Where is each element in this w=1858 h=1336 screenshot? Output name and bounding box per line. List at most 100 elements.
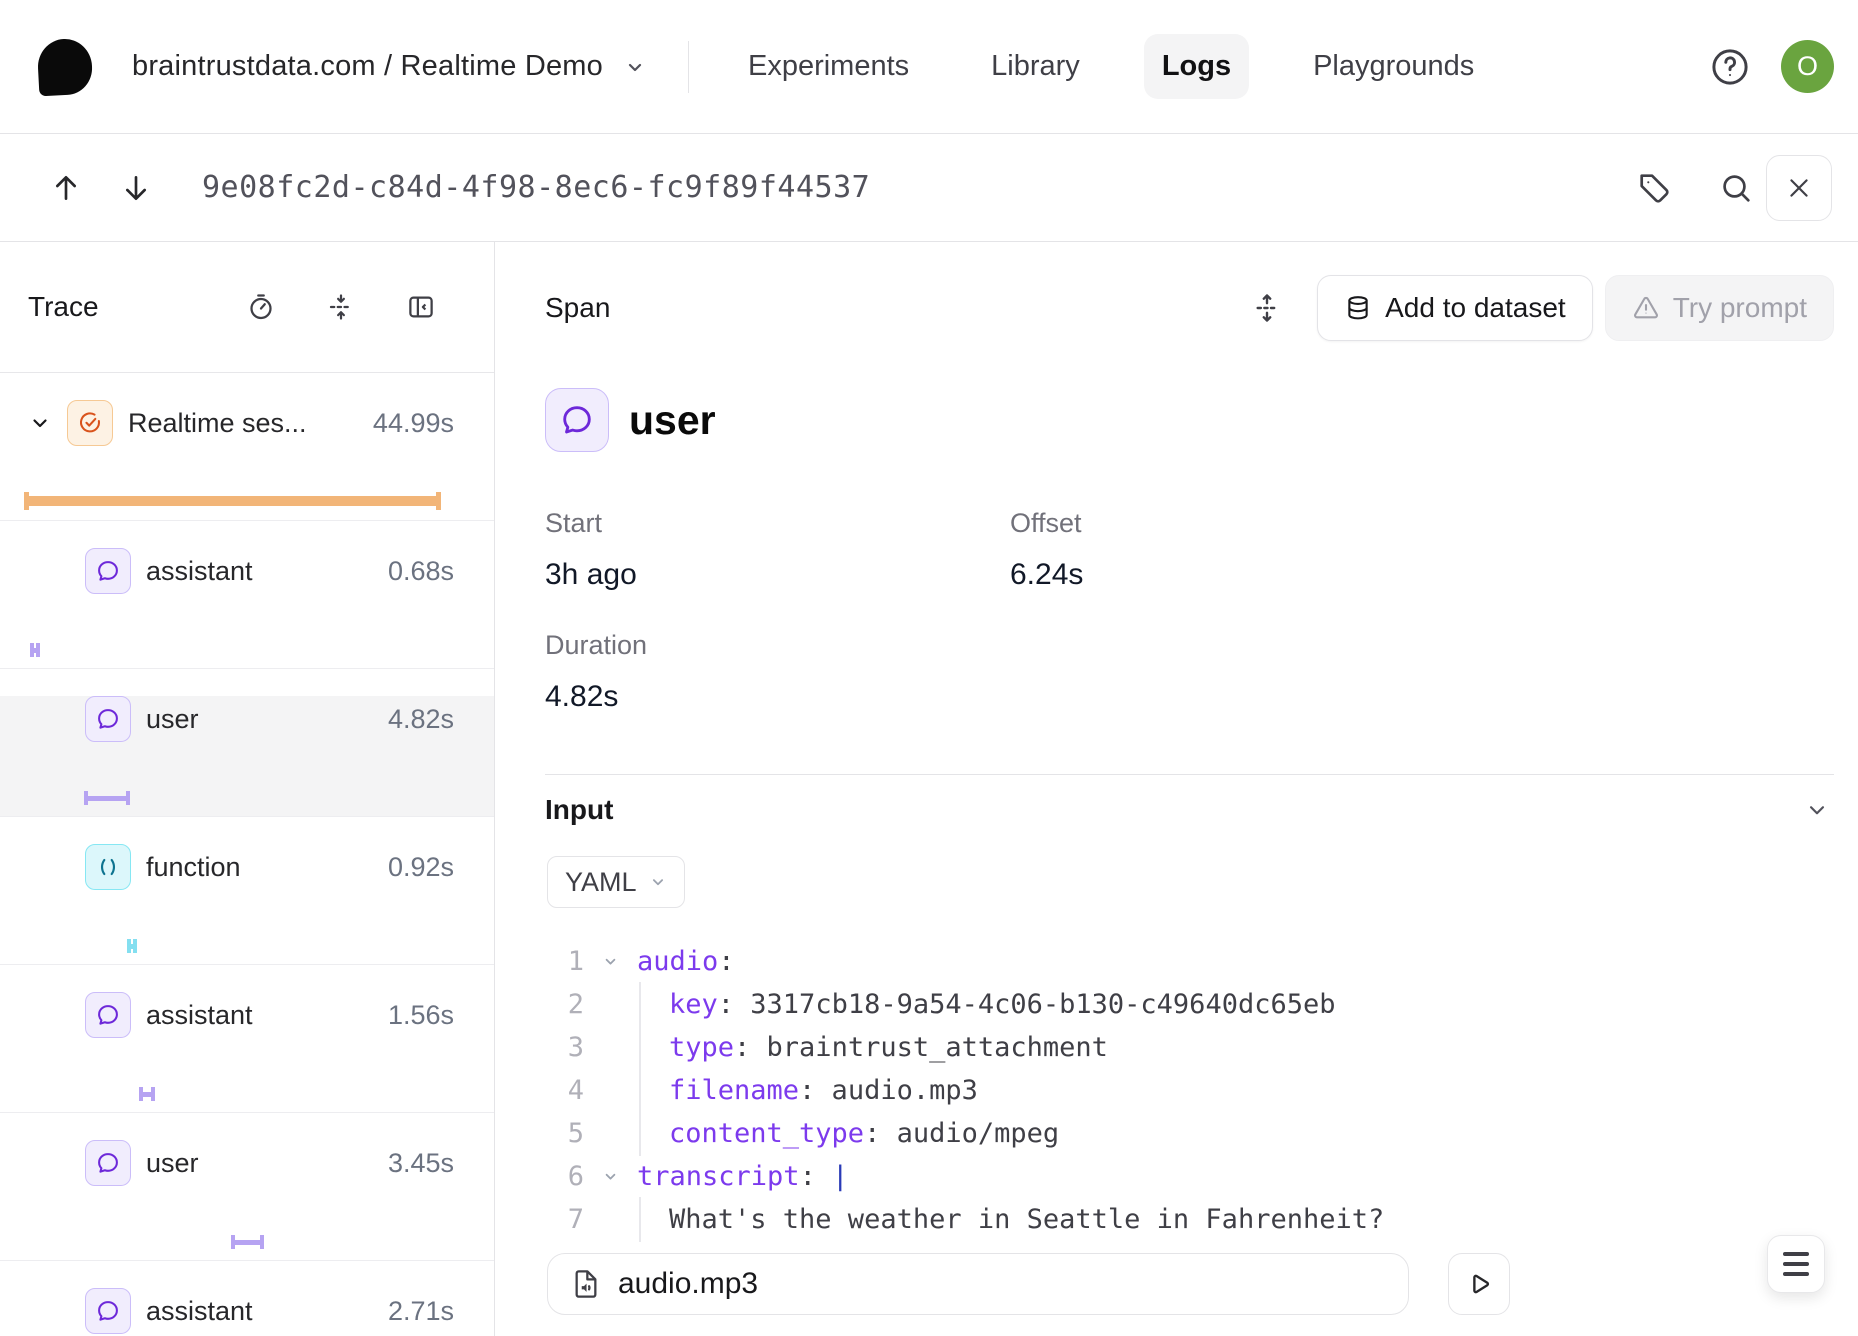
braintrust-app: braintrustdata.com / Realtime Demo Exper…	[0, 0, 1858, 1336]
line-number: 3	[496, 1032, 584, 1063]
span-label: user	[146, 704, 199, 735]
nav-item[interactable]: Experiments	[730, 34, 927, 99]
span-label: function	[146, 852, 241, 883]
span-panel-header: Span Add to dataset Try prompt	[496, 242, 1858, 374]
span-label: assistant	[146, 556, 253, 587]
line-number: 5	[496, 1118, 584, 1149]
trace-panel-header: Trace	[0, 242, 494, 372]
fold-chevron-icon[interactable]	[584, 953, 637, 970]
help-icon[interactable]	[1709, 46, 1751, 88]
collapse-rows-icon[interactable]	[326, 292, 356, 322]
span-label: user	[146, 1148, 199, 1179]
input-section-title: Input	[545, 794, 613, 826]
metadata-label: Start	[545, 508, 1010, 539]
trace-span-row[interactable]: user 4.82s	[0, 696, 494, 817]
input-section-header: Input	[545, 794, 1830, 826]
trace-span-row[interactable]: assistant 2.71s	[0, 1288, 494, 1336]
metadata-value: 4.82s	[545, 680, 1010, 714]
fold-chevron-icon[interactable]	[584, 1039, 637, 1056]
fold-chevron-icon[interactable]	[584, 1168, 637, 1185]
span-type-icon	[85, 992, 131, 1038]
chat-bubble-icon	[545, 388, 609, 452]
format-select[interactable]: YAML	[547, 856, 685, 908]
span-timeline-bar	[84, 790, 130, 806]
nav-item[interactable]: Playgrounds	[1295, 34, 1492, 99]
fold-chevron-icon[interactable]	[584, 996, 637, 1013]
expand-chevron-icon[interactable]	[28, 411, 52, 435]
play-audio-button[interactable]	[1448, 1253, 1510, 1315]
trace-span-row[interactable]: Realtime ses... 44.99s	[0, 400, 494, 521]
span-timeline-bar	[24, 492, 441, 510]
code-line: 5 content_type: audio/mpeg	[496, 1112, 1858, 1155]
code-line: 7 What's the weather in Seattle in Fahre…	[496, 1198, 1858, 1241]
metadata-label: Duration	[545, 630, 1010, 661]
trace-span-row[interactable]: assistant 0.68s	[0, 548, 494, 669]
project-switcher[interactable]: braintrustdata.com / Realtime Demo	[132, 50, 647, 83]
trace-span-row[interactable]: assistant 1.56s	[0, 992, 494, 1113]
span-type-icon	[85, 1288, 131, 1334]
avatar[interactable]: O	[1781, 40, 1834, 93]
attachment-row: audio.mp3	[547, 1253, 1510, 1315]
trace-toolbar: 9e08fc2d-c84d-4f98-8ec6-fc9f89f44537	[0, 134, 1858, 242]
metadata-label: Offset	[1010, 508, 1798, 539]
section-divider	[545, 774, 1834, 775]
metadata-value: 6.24s	[1010, 558, 1798, 592]
code-line: 3 type: braintrust_attachment	[496, 1026, 1858, 1069]
menu-button[interactable]	[1767, 1235, 1825, 1293]
try-prompt-button[interactable]: Try prompt	[1605, 275, 1834, 341]
trace-span-row[interactable]: user 3.45s	[0, 1140, 494, 1261]
span-panel-title: Span	[545, 292, 610, 324]
nav-item[interactable]: Logs	[1144, 34, 1249, 99]
metadata-field: Start 3h ago	[545, 508, 1010, 592]
trace-panel-title: Trace	[28, 291, 246, 323]
line-number: 2	[496, 989, 584, 1020]
line-number: 1	[496, 946, 584, 977]
nav-item[interactable]: Library	[973, 34, 1098, 99]
toolbar-actions	[1636, 155, 1832, 221]
timer-icon[interactable]	[246, 292, 276, 322]
resize-handle-icon[interactable]	[1251, 292, 1283, 324]
span-timeline-bar	[231, 1234, 264, 1250]
yaml-code-block: 1 audio: 2 key: 3317cb18-9a54-4c06-b130-…	[496, 940, 1858, 1241]
chevron-down-icon	[623, 55, 647, 79]
previous-row-button[interactable]	[50, 172, 82, 204]
line-number: 7	[496, 1204, 584, 1235]
project-breadcrumb: braintrustdata.com / Realtime Demo	[132, 50, 603, 83]
trace-panel-tools	[246, 292, 436, 322]
attachment-filename: audio.mp3	[618, 1267, 758, 1301]
code-line: 2 key: 3317cb18-9a54-4c06-b130-c49640dc6…	[496, 983, 1858, 1026]
audio-attachment-chip[interactable]: audio.mp3	[547, 1253, 1409, 1315]
trace-tree: Realtime ses... 44.99s assistant 0.68s	[0, 372, 494, 1336]
trace-id: 9e08fc2d-c84d-4f98-8ec6-fc9f89f44537	[202, 170, 870, 205]
close-trace-button[interactable]	[1766, 155, 1832, 221]
add-to-dataset-button[interactable]: Add to dataset	[1317, 275, 1593, 341]
database-icon	[1344, 294, 1372, 322]
line-number: 4	[496, 1075, 584, 1106]
code-line: 6 transcript: |	[496, 1155, 1858, 1198]
fold-chevron-icon[interactable]	[584, 1211, 637, 1228]
panel-layout-icon[interactable]	[406, 292, 436, 322]
span-type-icon	[85, 696, 131, 742]
span-timeline-bar	[30, 642, 40, 658]
span-label: Realtime ses...	[128, 408, 307, 439]
code-line: 1 audio:	[496, 940, 1858, 983]
header-divider	[688, 41, 689, 93]
code-line: 4 filename: audio.mp3	[496, 1069, 1858, 1112]
next-row-button[interactable]	[120, 172, 152, 204]
tag-icon[interactable]	[1636, 170, 1672, 206]
braintrust-logo[interactable]	[37, 37, 94, 96]
metadata-value: 3h ago	[545, 558, 1010, 592]
trace-panel: Trace	[0, 242, 495, 1336]
fold-chevron-icon[interactable]	[584, 1125, 637, 1142]
chevron-down-icon	[649, 873, 667, 891]
span-duration: 0.92s	[388, 852, 454, 883]
search-icon[interactable]	[1718, 170, 1754, 206]
fold-chevron-icon[interactable]	[584, 1082, 637, 1099]
span-type-icon	[85, 844, 131, 890]
span-duration: 0.68s	[388, 556, 454, 587]
top-nav-bar: braintrustdata.com / Realtime Demo Exper…	[0, 0, 1858, 134]
span-duration: 3.45s	[388, 1148, 454, 1179]
span-duration: 2.71s	[388, 1296, 454, 1327]
collapse-section-icon[interactable]	[1804, 797, 1830, 823]
trace-span-row[interactable]: function 0.92s	[0, 844, 494, 965]
